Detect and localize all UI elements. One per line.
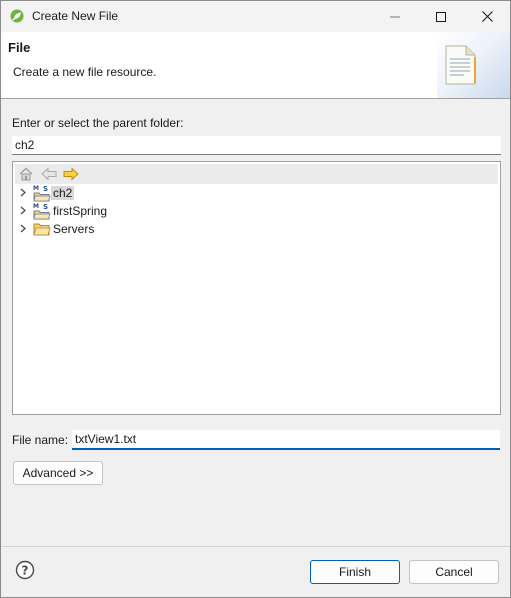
advanced-button[interactable]: Advanced >> (13, 461, 103, 485)
wizard-banner: File Create a new file resource. (1, 32, 510, 99)
tree-item-servers[interactable]: Servers (13, 220, 313, 238)
minimize-icon (390, 16, 400, 17)
tree-item-ch2[interactable]: M S ch2 (13, 184, 313, 202)
tree-toolbar (15, 164, 498, 184)
cancel-button[interactable]: Cancel (409, 560, 499, 584)
close-button[interactable] (464, 1, 510, 32)
svg-text:M: M (33, 185, 39, 192)
banner-title: File (8, 40, 31, 55)
svg-text:?: ? (22, 564, 29, 578)
footer-separator (1, 546, 510, 547)
svg-text:S: S (43, 185, 48, 193)
tree-item-firstspring[interactable]: M S firstSpring (13, 202, 313, 220)
banner-description: Create a new file resource. (13, 65, 157, 79)
folder-icon (33, 223, 51, 236)
svg-text:S: S (43, 203, 48, 211)
forward-arrow-icon[interactable] (63, 167, 79, 181)
file-name-label: File name: (12, 433, 69, 447)
svg-text:M: M (33, 203, 39, 210)
home-icon[interactable] (19, 167, 33, 181)
folder-tree[interactable]: M S ch2 M S firstSpring Servers (12, 161, 501, 415)
chevron-right-icon[interactable] (20, 224, 26, 233)
new-file-icon (445, 45, 476, 85)
finish-button[interactable]: Finish (310, 560, 400, 584)
chevron-right-icon[interactable] (20, 206, 26, 215)
close-icon (481, 11, 493, 22)
back-arrow-icon[interactable] (41, 167, 57, 181)
maximize-icon (436, 11, 446, 22)
parent-folder-label: Enter or select the parent folder: (12, 116, 184, 130)
window-title: Create New File (32, 9, 119, 23)
help-icon[interactable]: ? (15, 560, 35, 580)
maven-spring-project-icon: M S (33, 203, 51, 220)
spring-leaf-icon (10, 9, 24, 23)
create-new-file-dialog: Create New File File Create a new file r… (0, 0, 511, 598)
parent-folder-input[interactable] (12, 136, 501, 155)
chevron-right-icon[interactable] (20, 188, 26, 197)
title-bar: Create New File (1, 1, 510, 32)
minimize-button[interactable] (372, 1, 418, 32)
tree-item-label: ch2 (51, 186, 75, 200)
maximize-button[interactable] (418, 1, 464, 32)
maven-spring-project-icon: M S (33, 185, 51, 202)
tree-item-label: Servers (53, 222, 95, 236)
tree-item-label: firstSpring (53, 204, 108, 218)
file-name-input[interactable] (72, 430, 500, 450)
